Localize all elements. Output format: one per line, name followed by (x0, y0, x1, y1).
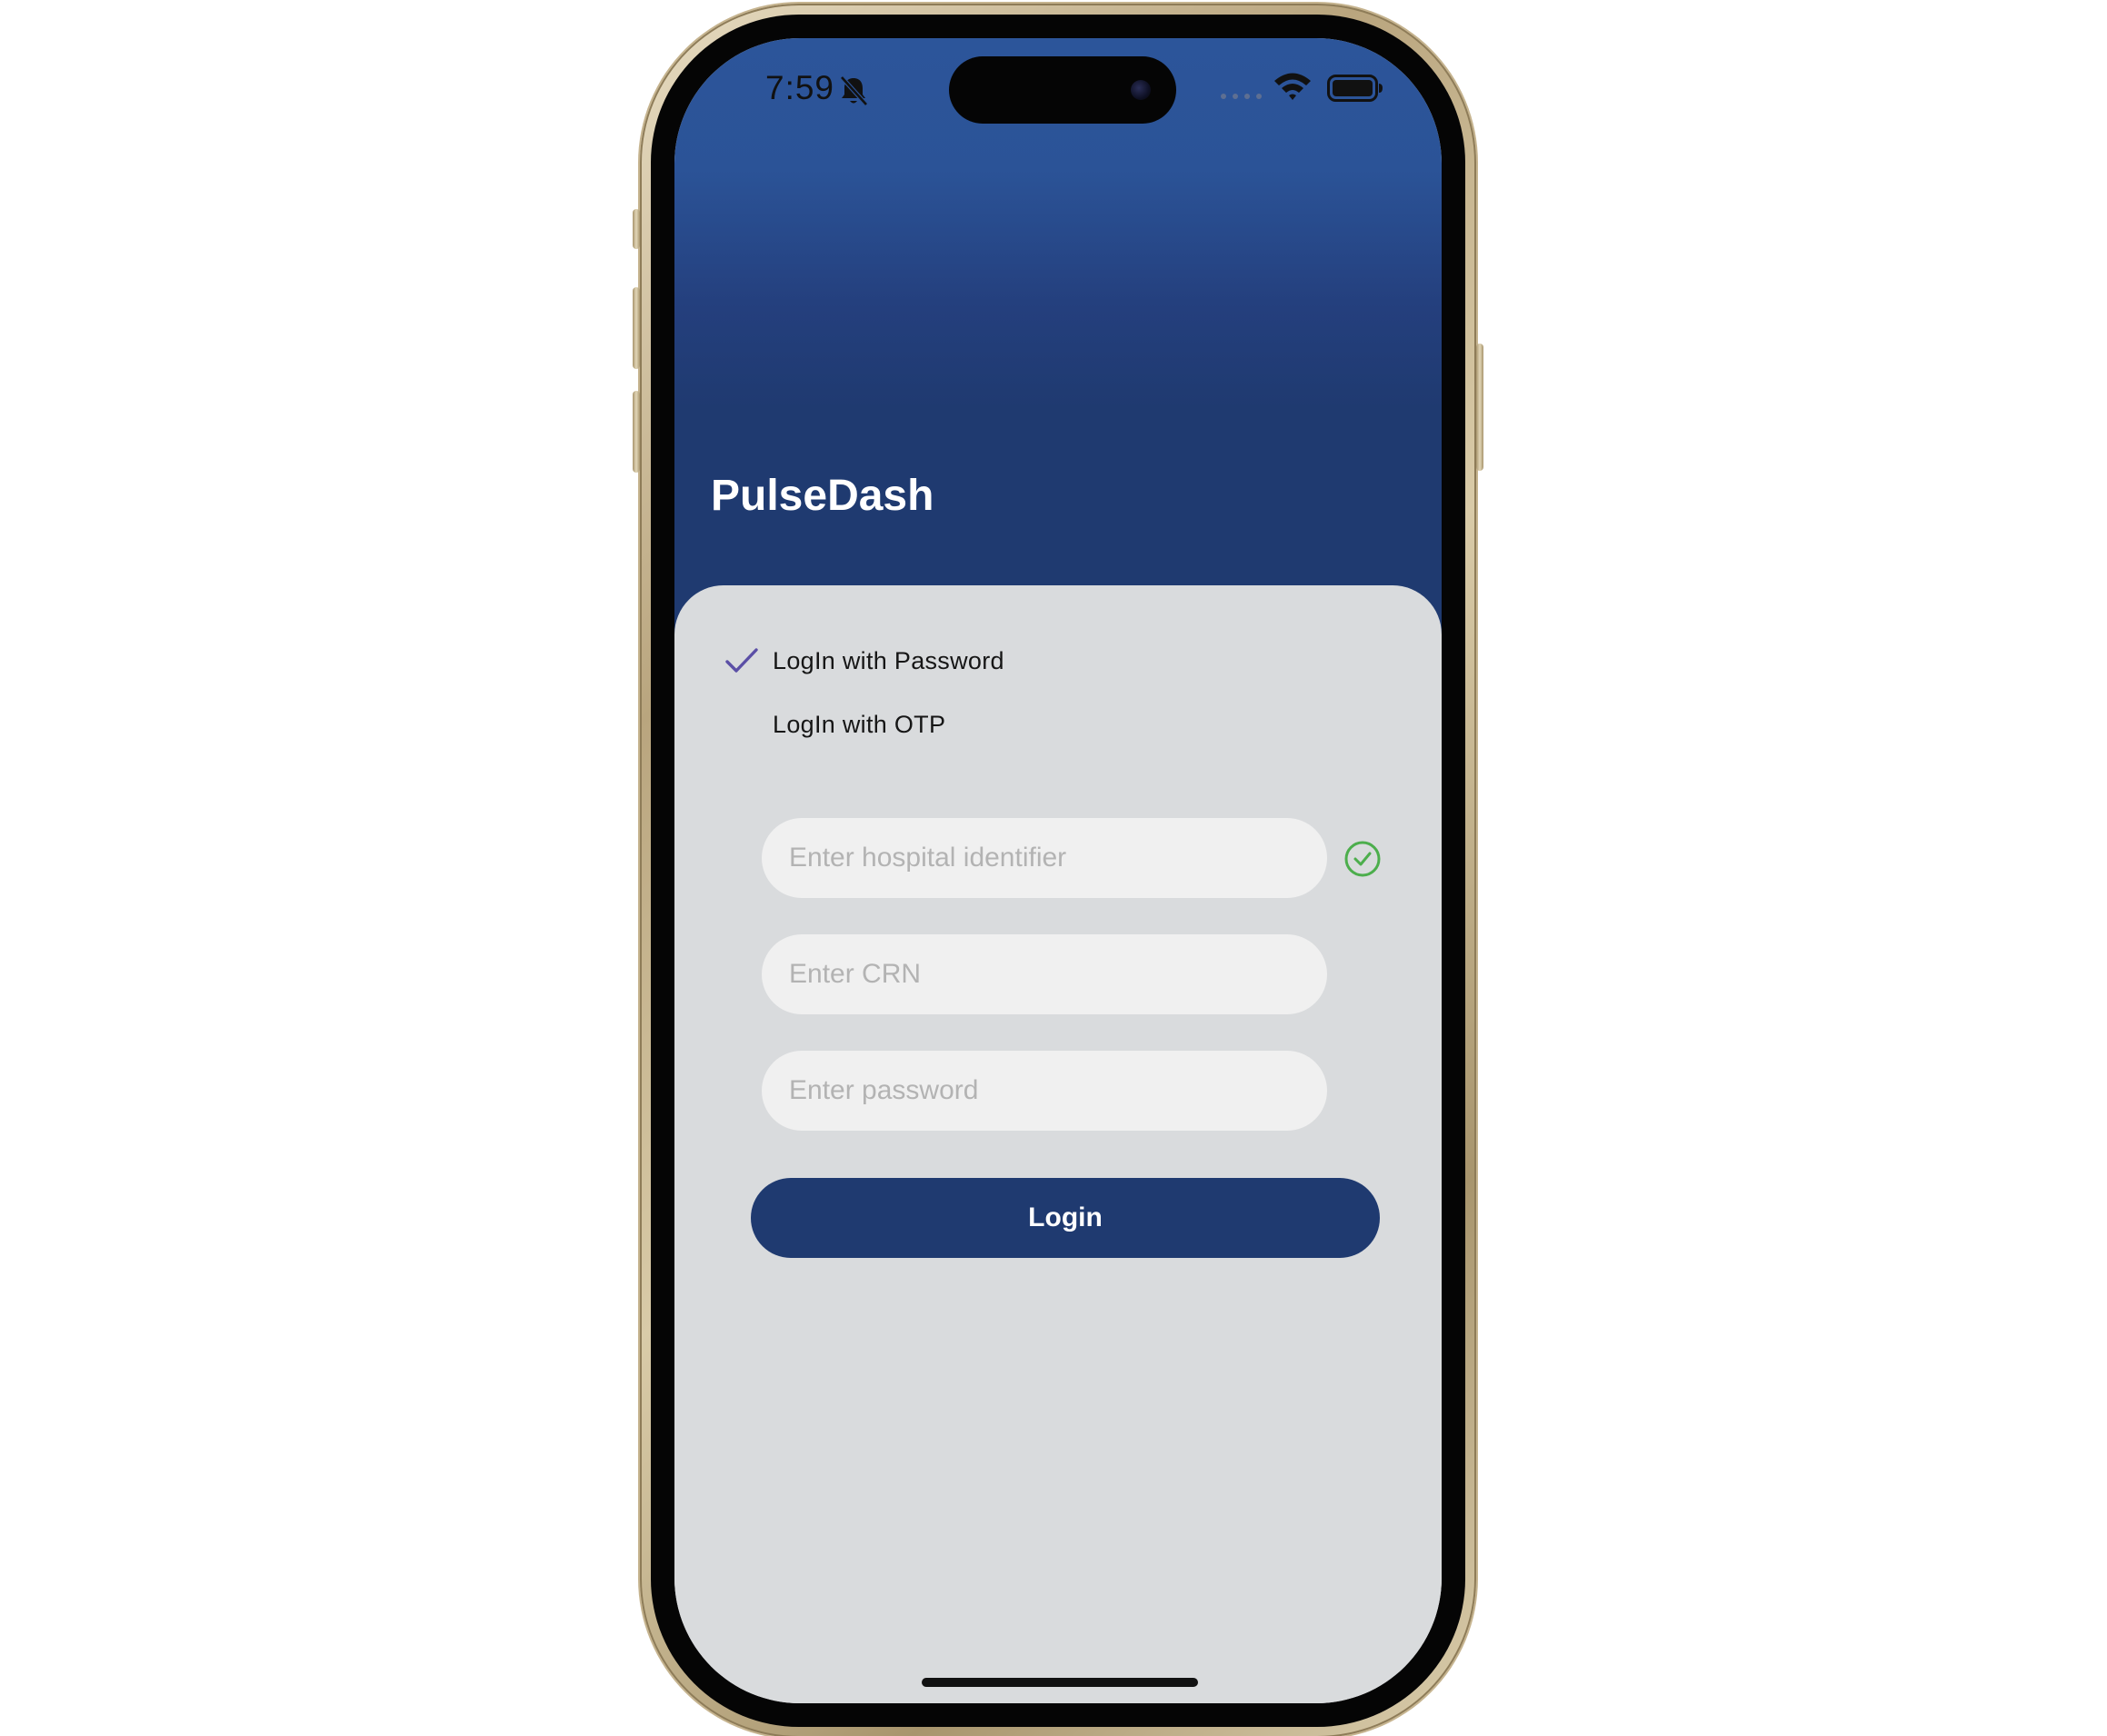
login-option-password[interactable]: LogIn with Password (724, 638, 1178, 683)
home-indicator (922, 1678, 1198, 1687)
login-option-otp-label: LogIn with OTP (773, 710, 946, 738)
phone-frame: 7:59 PulseDash LogIn with Password LogIn… (633, 4, 1483, 1736)
password-input[interactable] (762, 1051, 1327, 1131)
login-option-password-label: LogIn with Password (773, 646, 1004, 674)
action-button (633, 209, 640, 249)
checkmark-icon (725, 648, 758, 673)
device-mockup: 7:59 PulseDash LogIn with Password LogIn… (0, 0, 2107, 1736)
crn-input[interactable] (762, 934, 1327, 1014)
battery-icon (1327, 75, 1383, 102)
volume-up-button (633, 287, 640, 369)
camera-icon (1131, 80, 1151, 100)
check-circle-icon (1344, 841, 1381, 877)
app-title: PulseDash (711, 472, 934, 520)
volume-down-button (633, 391, 640, 473)
login-card: LogIn with Password LogIn with OTP Login (674, 585, 1442, 1703)
power-button (1476, 344, 1483, 471)
wifi-icon (1274, 73, 1311, 100)
checkmark-placeholder (724, 706, 760, 743)
app-header (674, 38, 1442, 638)
signal-dots-icon (1221, 94, 1262, 99)
login-option-otp[interactable]: LogIn with OTP (724, 702, 1178, 747)
login-button[interactable]: Login (751, 1178, 1380, 1258)
hospital-identifier-input[interactable] (762, 818, 1327, 898)
dynamic-island (949, 56, 1176, 124)
status-time: 7:59 (765, 69, 835, 106)
bell-slash-icon (840, 75, 868, 106)
phone-screen: 7:59 PulseDash LogIn with Password LogIn… (674, 38, 1442, 1703)
